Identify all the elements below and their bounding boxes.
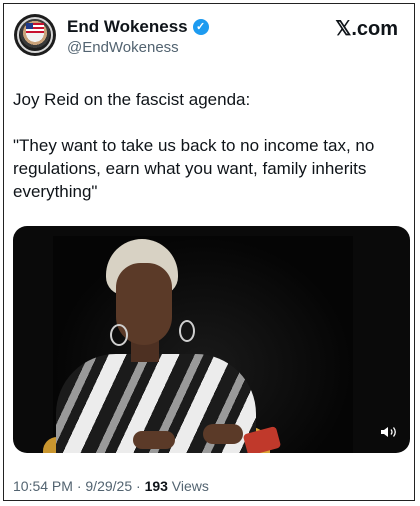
views-count: 193 [144, 478, 168, 494]
tweet-quote: "They want to take us back to no income … [13, 136, 375, 201]
earring-left [110, 324, 128, 346]
display-name[interactable]: End Wokeness [67, 17, 188, 37]
earring-right [179, 320, 195, 342]
tweet-date[interactable]: 9/29/25 [85, 478, 132, 494]
video-player[interactable] [13, 226, 410, 453]
volume-icon[interactable] [380, 425, 398, 439]
speaker-hand-right [203, 424, 243, 444]
speaker-hand-left [133, 431, 175, 449]
name-row: End Wokeness ✓ [67, 17, 209, 37]
verified-badge-icon: ✓ [192, 19, 209, 35]
avatar[interactable] [14, 14, 56, 56]
account-handle[interactable]: @EndWokeness [67, 39, 179, 56]
tweet-text: Joy Reid on the fascist agenda: "They wa… [13, 88, 405, 203]
meta-separator-1: · [72, 478, 86, 494]
x-logo[interactable]: 𝕏.com [335, 16, 398, 41]
tweet-time[interactable]: 10:54 PM [13, 478, 73, 494]
tweet-line-1: Joy Reid on the fascist agenda: [13, 90, 251, 109]
tweet-meta: 10:54 PM · 9/29/25 · 193 Views [13, 478, 209, 494]
views-label: Views [167, 478, 209, 494]
avatar-flag-icon [26, 23, 44, 33]
meta-separator-2: · [132, 478, 145, 494]
